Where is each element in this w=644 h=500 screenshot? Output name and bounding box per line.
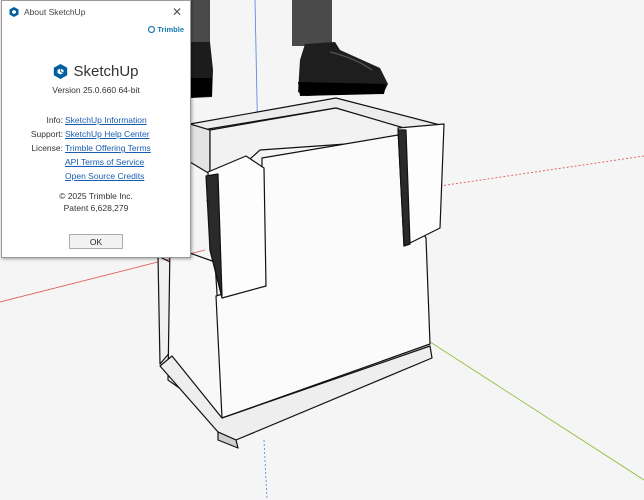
info-row: Info: SketchUp Information (2, 115, 190, 127)
api-terms-row: API Terms of Service (2, 157, 190, 169)
product-name: SketchUp (73, 63, 139, 80)
help-center-link[interactable]: SketchUp Help Center (65, 129, 150, 139)
trimble-logo: Trimble (148, 25, 184, 34)
dialog-title: About SketchUp (24, 7, 86, 17)
open-source-row: Open Source Credits (2, 171, 190, 183)
sketchup-logo-icon (9, 7, 19, 17)
open-source-credits-link[interactable]: Open Source Credits (65, 171, 144, 181)
patent-text: Patent 6,628,279 (63, 203, 129, 213)
ok-button[interactable]: OK (69, 234, 123, 249)
copyright-text: © 2025 Trimble Inc. (59, 191, 133, 201)
license-label: License: (31, 143, 63, 153)
license-row: License: Trimble Offering Terms (2, 143, 190, 155)
sketchup-information-link[interactable]: SketchUp Information (65, 115, 147, 125)
close-icon: ✕ (171, 5, 183, 19)
info-label: Info: (46, 115, 63, 125)
version-text: Version 25.0.660 64-bit (52, 85, 140, 95)
offering-terms-link[interactable]: Trimble Offering Terms (65, 143, 151, 153)
api-terms-link[interactable]: API Terms of Service (65, 157, 144, 167)
dialog-titlebar: About SketchUp ✕ (2, 1, 190, 23)
support-row: Support: SketchUp Help Center (2, 129, 190, 141)
sketchup-logo-icon (53, 64, 68, 79)
trimble-logo-text: Trimble (157, 25, 184, 34)
support-label: Support: (30, 129, 63, 139)
close-button[interactable]: ✕ (170, 5, 184, 19)
product-brand: SketchUp (2, 63, 190, 80)
trimble-logo-icon (148, 25, 156, 34)
about-dialog: About SketchUp ✕ Trimble SketchUp Versio… (1, 0, 191, 258)
